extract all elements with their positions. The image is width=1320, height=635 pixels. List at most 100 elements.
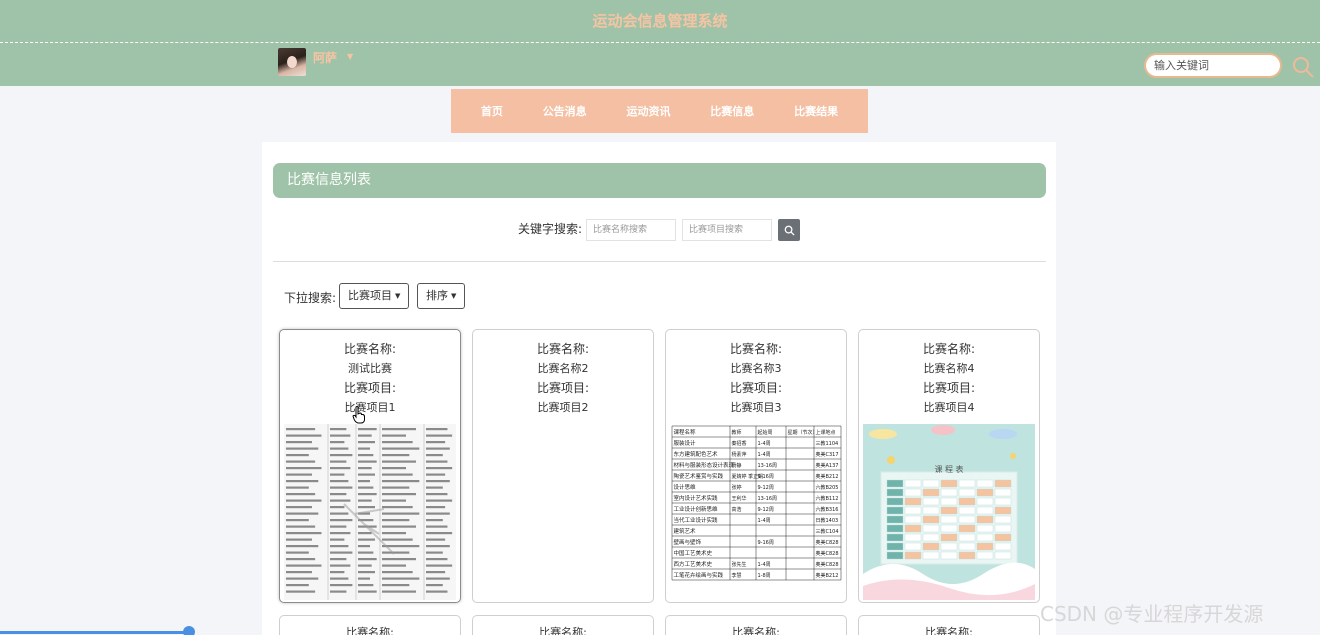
schedule-grid-cell xyxy=(904,524,922,533)
schedule-grid-cell xyxy=(922,542,940,551)
table-line xyxy=(330,499,351,502)
match-card-8[interactable]: 比赛名称: xyxy=(858,615,1040,635)
match-card-4[interactable]: 比赛名称: 比赛名称4 比赛项目: 比赛项目4 课 程 表 xyxy=(858,329,1040,603)
table-line xyxy=(330,577,349,580)
search-input[interactable] xyxy=(1144,53,1282,78)
table-line xyxy=(382,447,420,450)
nav-sports-news[interactable]: 运动资讯 xyxy=(626,103,670,119)
nav-match-results[interactable]: 比赛结果 xyxy=(794,103,838,119)
table-line xyxy=(330,467,351,470)
nav-home[interactable]: 首页 xyxy=(481,103,503,119)
username[interactable]: 阿萨 xyxy=(313,49,337,66)
table-line xyxy=(330,434,351,437)
match-name-label: 比赛名称: xyxy=(536,342,590,356)
table-line xyxy=(426,577,450,580)
table-line xyxy=(330,480,349,483)
search-icon[interactable] xyxy=(1291,55,1315,79)
match-name-search-input[interactable] xyxy=(586,219,676,241)
nav-match-info[interactable]: 比赛信息 xyxy=(710,103,754,119)
nav-announcements[interactable]: 公告消息 xyxy=(543,103,587,119)
schedule-grid-cell xyxy=(958,497,976,506)
table-line xyxy=(358,571,375,574)
table-line xyxy=(382,538,413,541)
schedule-grid-cell xyxy=(976,524,994,533)
table-line xyxy=(330,558,347,561)
table-line xyxy=(358,532,372,535)
table-line xyxy=(358,467,372,470)
match-name: 比赛名称4 xyxy=(923,362,975,375)
table-line xyxy=(358,493,377,496)
table-line xyxy=(358,454,374,457)
schedule-cell: 陶瓷艺术鉴赏与实践 xyxy=(674,472,724,480)
scroll-progress-handle[interactable] xyxy=(183,626,195,635)
table-line xyxy=(330,584,353,587)
match-name-label: 比赛名称: xyxy=(732,626,780,635)
schedule-cell: 服装设计 xyxy=(674,439,697,447)
schedule-grid-cell xyxy=(976,551,994,560)
match-card-6[interactable]: 比赛名称: xyxy=(472,615,654,635)
match-card-7[interactable]: 比赛名称: xyxy=(665,615,847,635)
table-line xyxy=(358,460,377,463)
table-line xyxy=(330,571,345,574)
schedule-grid-cell xyxy=(904,497,922,506)
schedule-grid-cell xyxy=(886,542,904,551)
table-line xyxy=(426,538,446,541)
table-line xyxy=(330,473,345,476)
table-line xyxy=(426,441,446,444)
table-line xyxy=(358,486,374,489)
schedule-cell: 教师 xyxy=(732,429,742,436)
table-line xyxy=(426,532,453,535)
table-line xyxy=(426,486,443,489)
table-line xyxy=(330,454,353,457)
match-image[interactable]: 课 程 表 xyxy=(863,424,1035,600)
page-title: 比赛信息列表 xyxy=(273,163,1046,198)
table-line xyxy=(382,473,413,476)
sort-dropdown[interactable]: 排序 ▼ xyxy=(417,283,466,309)
schedule-grid-cell xyxy=(958,524,976,533)
match-name-label: 比赛名称: xyxy=(346,626,394,635)
schedule-cell: 1-4周 xyxy=(758,452,771,458)
schedule-grid-cell xyxy=(940,488,958,497)
schedule-grid-cell xyxy=(958,506,976,515)
dropdown-search-label: 下拉搜索: xyxy=(284,291,337,305)
table-line xyxy=(358,480,370,483)
match-card-5[interactable]: 比赛名称: xyxy=(279,615,461,635)
table-line xyxy=(426,590,448,593)
table-line xyxy=(330,551,353,554)
schedule-grid-cell xyxy=(958,488,976,497)
search-button[interactable] xyxy=(778,219,800,241)
schedule-grid-cell xyxy=(904,542,922,551)
table-line xyxy=(382,493,416,496)
table-line xyxy=(286,519,309,522)
match-card-2[interactable]: 比赛名称: 比赛名称2 比赛项目: 比赛项目2 xyxy=(472,329,654,603)
table-line xyxy=(330,545,349,548)
table-line xyxy=(382,467,406,470)
schedule-cell: 起始周 xyxy=(758,429,773,436)
table-line xyxy=(286,532,322,535)
schedule-grid-cell xyxy=(922,479,940,488)
schedule-cell: 1-4周 xyxy=(758,518,771,524)
table-line xyxy=(426,473,446,476)
match-image[interactable] xyxy=(284,424,456,600)
table-line xyxy=(426,428,448,431)
table-line xyxy=(382,486,410,489)
table-line xyxy=(382,519,410,522)
schedule-cell: 奥美C828 xyxy=(816,561,839,568)
schedule-cell: 13-16周 xyxy=(758,463,778,469)
table-line xyxy=(286,590,316,593)
match-project-search-input[interactable] xyxy=(682,219,772,241)
match-card-1[interactable]: 比赛名称: 测试比赛 比赛项目: 比赛项目1 xyxy=(279,329,461,603)
schedule-cell: 高浩 xyxy=(732,506,742,513)
schedule-grid-cell xyxy=(976,533,994,542)
table-line xyxy=(286,460,316,463)
avatar[interactable] xyxy=(278,48,306,76)
match-image[interactable]: 课程名称 教师 起始周 星期（节次） 上课地点 服装设计 秦招香 1-4周 三教1104 东方建筑… xyxy=(670,424,842,600)
schedule-cell: 壁画与壁饰 xyxy=(674,538,702,546)
caret-down-icon[interactable]: ▼ xyxy=(347,52,353,61)
table-line xyxy=(286,486,309,489)
schedule-cell: 建筑艺术 xyxy=(674,527,697,535)
match-name: 测试比赛 xyxy=(348,362,392,375)
scroll-progress-bar[interactable] xyxy=(0,631,190,634)
project-dropdown[interactable]: 比赛项目 ▼ xyxy=(339,283,410,309)
match-card-3[interactable]: 比赛名称: 比赛名称3 比赛项目: 比赛项目3 课程名称 教师 起始周 星期（节次）上… xyxy=(665,329,847,603)
